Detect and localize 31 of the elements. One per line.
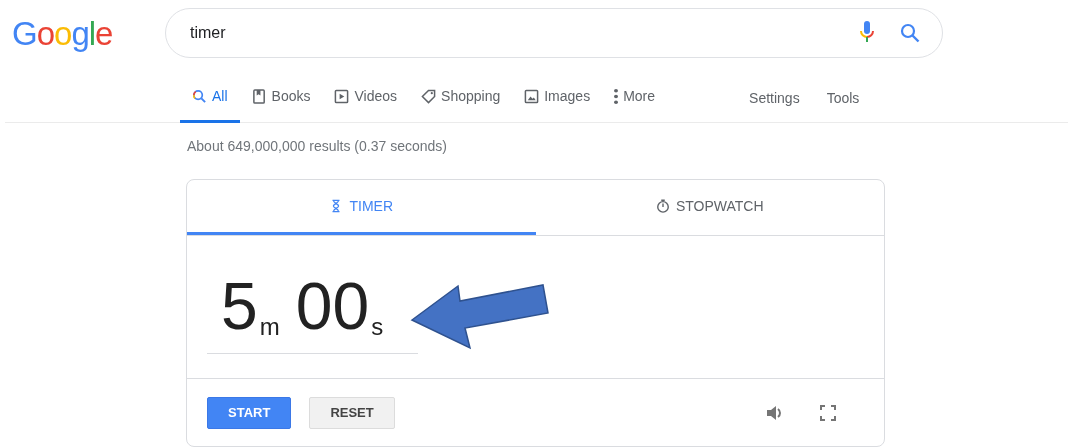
tool-link[interactable]: Tools — [826, 88, 860, 122]
search-input[interactable]: timer — [188, 20, 860, 46]
book-icon — [251, 89, 267, 104]
time-unit: s — [371, 315, 384, 339]
timer-tab[interactable]: TIMER — [187, 180, 536, 235]
more-icon — [614, 89, 619, 104]
search-tab[interactable]: Shopping — [421, 86, 501, 123]
tag-icon — [421, 89, 437, 104]
search-tab[interactable]: Books — [251, 86, 311, 123]
time-value: 00 — [295, 273, 370, 339]
time-value: 5 — [221, 273, 258, 339]
search-tab[interactable]: More — [614, 86, 656, 123]
tool-link[interactable]: Settings — [749, 88, 800, 122]
fullscreen-icon[interactable] — [820, 405, 836, 421]
timer-tab[interactable]: STOPWATCH — [535, 180, 884, 235]
search-field[interactable]: timer — [165, 8, 943, 58]
play-icon — [334, 89, 350, 104]
start-button[interactable]: START — [207, 397, 292, 429]
search-tab[interactable]: All — [180, 86, 240, 123]
microphone-icon[interactable] — [860, 21, 874, 45]
search-tab[interactable]: Images — [524, 86, 591, 123]
time-unit: m — [259, 315, 280, 339]
stopwatch-icon — [655, 199, 670, 213]
speaker-icon[interactable] — [766, 404, 784, 422]
search-icon — [192, 89, 207, 104]
search-icon[interactable] — [900, 23, 920, 43]
google-logo[interactable]: Google — [12, 16, 165, 50]
result-stats: About 649,000,000 results (0.37 seconds) — [187, 137, 448, 156]
reset-button[interactable]: RESET — [309, 397, 395, 429]
search-tab[interactable]: Videos — [334, 86, 398, 123]
image-icon — [524, 89, 540, 104]
